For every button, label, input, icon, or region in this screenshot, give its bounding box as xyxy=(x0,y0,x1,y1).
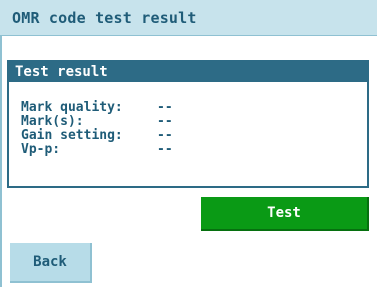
test-result-panel: Test result Mark quality: -- Mark(s): --… xyxy=(7,60,369,188)
test-button-label: Test xyxy=(267,205,301,221)
test-button[interactable]: Test xyxy=(201,197,369,231)
mark-quality-value: -- xyxy=(157,100,173,115)
gain-setting-value: -- xyxy=(157,128,173,143)
screen-title: OMR code test result xyxy=(12,9,197,27)
test-result-header: Test result xyxy=(9,62,367,82)
back-button-label: Back xyxy=(33,254,67,270)
marks-value: -- xyxy=(157,114,173,129)
title-bar: OMR code test result xyxy=(0,0,377,36)
marks-label: Mark(s): xyxy=(21,114,84,129)
back-button[interactable]: Back xyxy=(10,243,92,283)
mark-quality-label: Mark quality: xyxy=(21,100,123,115)
gain-setting-label: Gain setting: xyxy=(21,128,123,143)
test-result-title: Test result xyxy=(15,64,108,80)
left-edge-rule xyxy=(0,36,2,287)
vpp-label: Vp-p: xyxy=(21,142,61,157)
vpp-value: -- xyxy=(157,142,173,157)
